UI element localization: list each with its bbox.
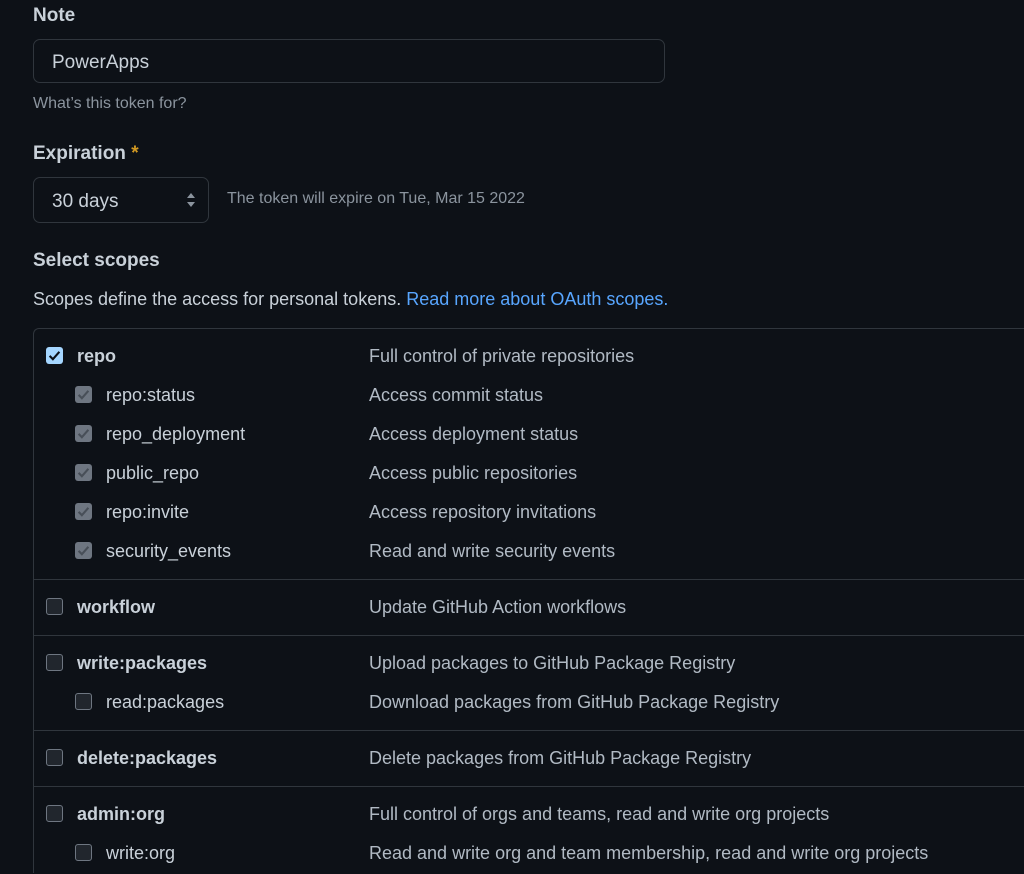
scope-row: write:packages Upload packages to GitHub … bbox=[34, 644, 1024, 683]
scope-description: Full control of orgs and teams, read and… bbox=[369, 804, 830, 824]
scope-row: workflow Update GitHub Action workflows bbox=[34, 588, 1024, 627]
scope-name: repo_deployment bbox=[106, 424, 246, 444]
scope-row: repo_deployment Access deployment status bbox=[34, 415, 1024, 454]
scope-name: repo bbox=[77, 346, 117, 366]
checkbox-checked-icon[interactable] bbox=[75, 542, 92, 559]
expiration-select[interactable]: 30 days bbox=[33, 177, 209, 223]
checkbox-icon[interactable] bbox=[46, 598, 63, 615]
scope-description: Read and write org and team membership, … bbox=[369, 843, 929, 863]
checkbox-icon[interactable] bbox=[46, 749, 63, 766]
scope-description: Access commit status bbox=[369, 385, 544, 405]
expiration-label-text: Expiration bbox=[33, 143, 126, 164]
scopes-description: Scopes define the access for personal to… bbox=[33, 289, 668, 310]
checkbox-icon[interactable] bbox=[46, 654, 63, 671]
scopes-description-text: Scopes define the access for personal to… bbox=[33, 289, 402, 309]
expiration-selected: 30 days bbox=[52, 191, 119, 212]
scope-description: Access public repositories bbox=[369, 463, 578, 483]
scope-row: delete:packages Delete packages from GitH… bbox=[34, 739, 1024, 778]
scope-description: Access deployment status bbox=[369, 424, 579, 444]
scope-name: repo:invite bbox=[106, 502, 190, 522]
scope-name: write:org bbox=[106, 843, 176, 863]
scope-row: admin:org Full control of orgs and teams,… bbox=[34, 795, 1024, 834]
expiration-label: Expiration * bbox=[33, 143, 139, 165]
oauth-scopes-link[interactable]: Read more about OAuth scopes. bbox=[406, 289, 668, 309]
select-arrows-icon bbox=[187, 193, 195, 207]
note-input-value: PowerApps bbox=[52, 52, 150, 73]
scopes-title: Select scopes bbox=[33, 250, 160, 271]
checkbox-checked-icon[interactable] bbox=[46, 347, 63, 364]
scope-description: Full control of private repositories bbox=[369, 346, 635, 366]
scope-description: Upload packages to GitHub Package Regist… bbox=[369, 653, 736, 673]
scope-name: security_events bbox=[106, 541, 232, 561]
scope-name: write:packages bbox=[77, 653, 208, 673]
scope-description: Delete packages from GitHub Package Regi… bbox=[369, 748, 752, 768]
expiration-info: The token will expire on Tue, Mar 15 202… bbox=[227, 190, 525, 207]
scope-group: repo Full control of private repositories… bbox=[34, 329, 1024, 580]
scope-row: repo Full control of private repositories bbox=[34, 337, 1024, 376]
required-mark: * bbox=[131, 143, 139, 164]
scope-name: delete:packages bbox=[77, 748, 218, 768]
checkbox-checked-icon[interactable] bbox=[75, 386, 92, 403]
scope-name: public_repo bbox=[106, 463, 200, 483]
scopes-list: repo Full control of private repositories… bbox=[33, 328, 1024, 873]
scope-row: security_events Read and write security e… bbox=[34, 532, 1024, 571]
checkbox-checked-icon[interactable] bbox=[75, 464, 92, 481]
scope-group: delete:packages Delete packages from GitH… bbox=[34, 731, 1024, 787]
note-input[interactable]: PowerApps bbox=[33, 39, 665, 83]
checkbox-checked-icon[interactable] bbox=[75, 425, 92, 442]
scope-group: admin:org Full control of orgs and teams,… bbox=[34, 787, 1024, 873]
scope-row: read:packages Download packages from GitH… bbox=[34, 683, 1024, 722]
scope-name: workflow bbox=[77, 597, 156, 617]
scope-row: repo:status Access commit status bbox=[34, 376, 1024, 415]
checkbox-checked-icon[interactable] bbox=[75, 503, 92, 520]
note-label: Note bbox=[33, 5, 76, 26]
scope-group: write:packages Upload packages to GitHub … bbox=[34, 636, 1024, 731]
scope-description: Download packages from GitHub Package Re… bbox=[369, 692, 780, 712]
checkbox-icon[interactable] bbox=[75, 844, 92, 861]
scope-group: workflow Update GitHub Action workflows bbox=[34, 580, 1024, 636]
scope-row: repo:invite Access repository invitations bbox=[34, 493, 1024, 532]
scope-row: public_repo Access public repositories bbox=[34, 454, 1024, 493]
scope-row: write:org Read and write org and team mem… bbox=[34, 834, 1024, 873]
scope-description: Read and write security events bbox=[369, 541, 616, 561]
scope-description: Update GitHub Action workflows bbox=[369, 597, 627, 617]
scope-description: Access repository invitations bbox=[369, 502, 597, 522]
checkbox-icon[interactable] bbox=[46, 805, 63, 822]
scope-name: admin:org bbox=[77, 804, 165, 824]
note-hint: What’s this token for? bbox=[33, 95, 187, 112]
scope-name: read:packages bbox=[106, 692, 225, 712]
scope-name: repo:status bbox=[106, 385, 196, 405]
checkbox-icon[interactable] bbox=[75, 693, 92, 710]
